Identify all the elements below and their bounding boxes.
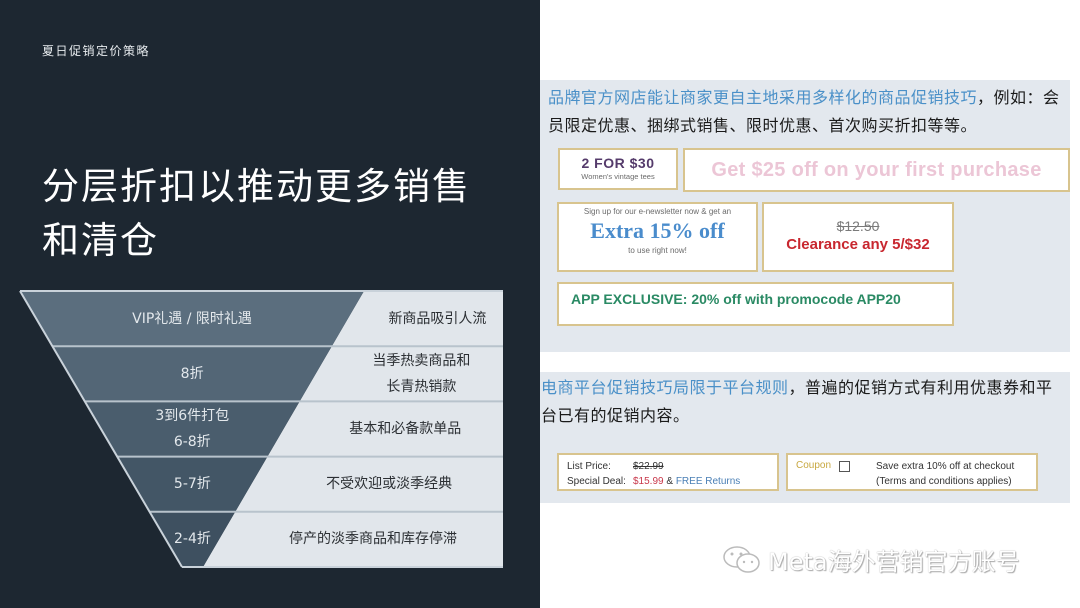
funnel-tier-description-line: 新商品吸引人流 bbox=[388, 310, 487, 327]
special-deal-value: $15.99 bbox=[633, 476, 664, 487]
funnel-tier-description: 不受欢迎或淡季经典 bbox=[279, 471, 499, 497]
tiered-discount-funnel bbox=[19, 290, 503, 568]
watermark: Meta海外营销官方账号 bbox=[722, 542, 1020, 577]
funnel-tier-discount: VIP礼遇 / 限时礼遇 bbox=[92, 306, 292, 332]
funnel-tier-description-line: 基本和必备款单品 bbox=[349, 421, 462, 437]
list-price-row: List Price: $22.99 bbox=[567, 459, 777, 474]
funnel-tier-discount: 8折 bbox=[92, 361, 292, 387]
funnel-tier-description-line: 不受欢迎或淡季经典 bbox=[326, 476, 453, 493]
promo-clearance-headline: Clearance any 5/$32 bbox=[786, 236, 930, 253]
promo-clearance-old-price: $12.50 bbox=[836, 218, 880, 234]
funnel-tier-discount-line: 8折 bbox=[180, 365, 204, 382]
promo-newsletter-bottom: to use right now! bbox=[628, 246, 687, 255]
funnel-tier-description-line: 当季热卖商品和 bbox=[372, 352, 471, 369]
coupon-label: Coupon bbox=[796, 460, 832, 471]
list-price-label: List Price: bbox=[567, 461, 611, 472]
brand-store-paragraph: 品牌官方网店能让商家更自主地采用多样化的商品促销技巧，例如：会员限定优惠、捆绑式… bbox=[548, 84, 1070, 140]
special-deal-label: Special Deal: bbox=[567, 476, 626, 487]
promo-2-for-30-subline: Women's vintage tees bbox=[581, 172, 655, 181]
funnel-tier-description: 停产的淡季商品和库存停滞 bbox=[263, 526, 483, 552]
coupon-box: Coupon Save extra 10% off at checkout (T… bbox=[786, 453, 1038, 491]
funnel-tier-description: 基本和必备款单品 bbox=[295, 416, 515, 442]
funnel-tier-discount-line: 6-8折 bbox=[173, 434, 211, 450]
platform-highlight: 电商平台促销技巧局限于平台规则 bbox=[541, 378, 789, 397]
special-deal-row: Special Deal: $15.99 & FREE Returns bbox=[567, 474, 777, 489]
coupon-text-line2: (Terms and conditions applies) bbox=[876, 476, 1012, 487]
coupon-text-line1: Save extra 10% off at checkout bbox=[876, 461, 1015, 472]
funnel-tier-description-line: 长青热销款 bbox=[386, 378, 457, 395]
promo-2-for-30: 2 FOR $30 Women's vintage tees bbox=[558, 148, 678, 190]
promo-newsletter: Sign up for our e-newsletter now & get a… bbox=[557, 202, 758, 272]
funnel-tier-discount: 3到6件打包 6-8折 bbox=[92, 403, 292, 455]
wechat-icon bbox=[723, 545, 760, 573]
price-box: List Price: $22.99 Special Deal: $15.99 & … bbox=[557, 453, 779, 491]
promo-clearance: $12.50 Clearance any 5/$32 bbox=[762, 202, 954, 272]
coupon-text: Save extra 10% off at checkout (Terms an… bbox=[876, 459, 1014, 489]
promo-app-exclusive-headline: APP EXCLUSIVE: 20% off with promocode AP… bbox=[571, 291, 901, 307]
funnel-tier-description: 新商品吸引人流 bbox=[327, 306, 547, 332]
coupon-checkbox[interactable] bbox=[839, 461, 850, 472]
promo-2-for-30-headline: 2 FOR $30 bbox=[581, 155, 655, 171]
special-deal-join: & bbox=[663, 476, 676, 487]
promo-newsletter-top: Sign up for our e-newsletter now & get a… bbox=[583, 207, 732, 216]
funnel-tier-description: 当季热卖商品和 长青热销款 bbox=[311, 348, 531, 400]
funnel-tier-discount-line: 3到6件打包 bbox=[155, 408, 230, 424]
funnel-tier-discount-line: VIP礼遇 / 限时礼遇 bbox=[132, 310, 252, 327]
funnel-tier-discount-line: 5-7折 bbox=[173, 476, 211, 493]
watermark-text: Meta海外营销官方账号 bbox=[768, 548, 1020, 576]
funnel-tier-description-line: 停产的淡季商品和库存停滞 bbox=[289, 531, 458, 548]
promo-newsletter-headline: Extra 15% off bbox=[590, 218, 725, 243]
brand-store-highlight: 品牌官方网店能让商家更自主地采用多样化的商品促销技巧 bbox=[548, 88, 978, 107]
platform-paragraph: 电商平台促销技巧局限于平台规则，普遍的促销方式有利用优惠券和平台已有的促销内容。 bbox=[541, 374, 1069, 430]
promo-app-exclusive: APP EXCLUSIVE: 20% off with promocode AP… bbox=[557, 282, 954, 326]
free-returns-link[interactable]: FREE Returns bbox=[676, 476, 740, 487]
funnel-tier-discount: 5-7折 bbox=[92, 471, 292, 497]
promo-first-purchase-headline: Get $25 off on your first purchase bbox=[711, 159, 1042, 181]
list-price-value: $22.99 bbox=[633, 461, 664, 472]
promo-first-purchase: Get $25 off on your first purchase bbox=[683, 148, 1070, 192]
